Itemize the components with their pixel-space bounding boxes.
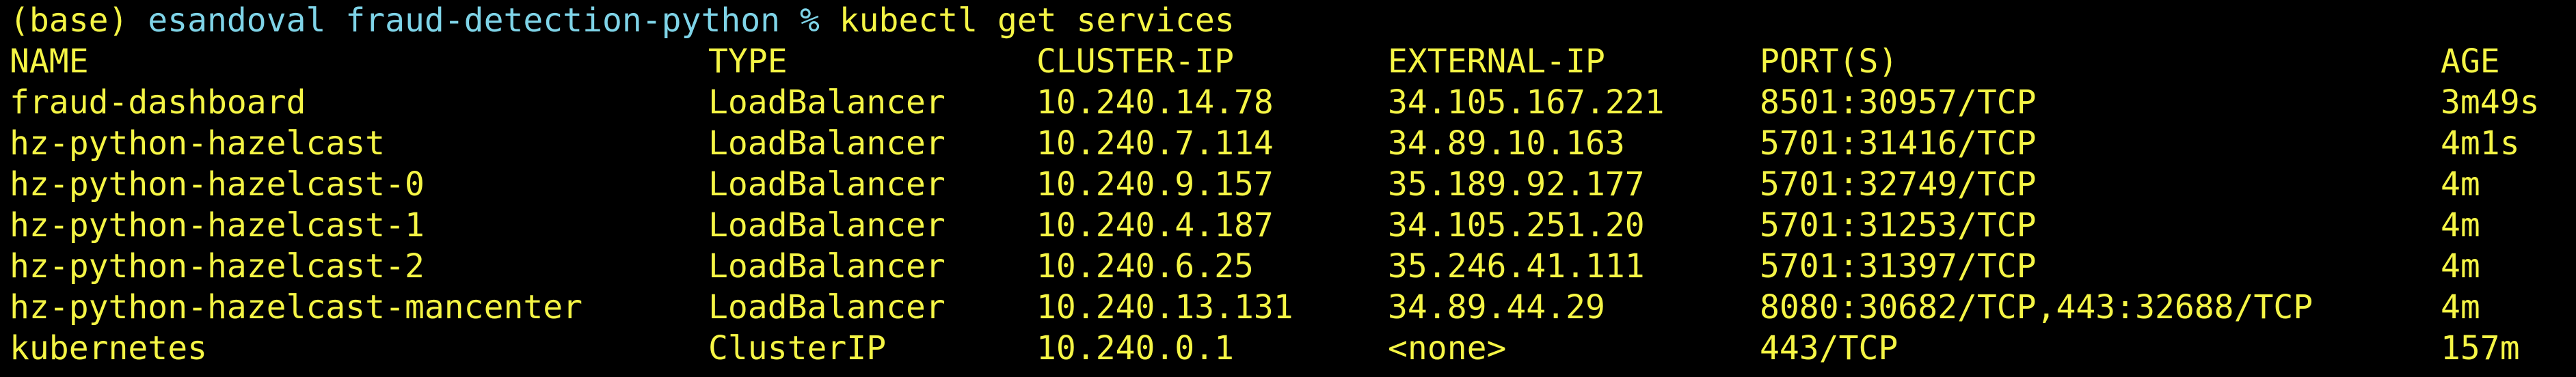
ports: 443/TCP — [1760, 329, 1899, 367]
terminal-window[interactable]: (base) esandoval fraud-detection-python … — [0, 0, 2576, 377]
header-age: AGE — [2441, 42, 2500, 81]
external-ip: 35.246.41.111 — [1388, 247, 1645, 285]
age: 4m — [2441, 288, 2480, 326]
age: 157m — [2441, 329, 2520, 367]
service-name: hz-python-hazelcast-1 — [10, 206, 425, 245]
external-ip: 34.89.10.163 — [1388, 124, 1625, 163]
table-row: kubernetes ClusterIP 10.240.0.1 <none> 4… — [10, 328, 2520, 369]
cluster-ip: 10.240.6.25 — [1036, 247, 1254, 285]
ports: 5701:31416/TCP — [1760, 124, 2037, 163]
table-row: hz-python-hazelcast LoadBalancer 10.240.… — [10, 123, 2520, 164]
external-ip: 35.189.92.177 — [1388, 165, 1645, 204]
age: 4m — [2441, 165, 2480, 204]
ports: 8501:30957/TCP — [1760, 83, 2037, 122]
external-ip: 34.89.44.29 — [1388, 288, 1605, 326]
service-name: hz-python-hazelcast-2 — [10, 247, 425, 285]
age: 4m — [2441, 247, 2480, 285]
age: 3m49s — [2441, 83, 2540, 122]
service-type: ClusterIP — [708, 329, 887, 367]
ports: 5701:32749/TCP — [1760, 165, 2037, 204]
table-row: hz-python-hazelcast-2 LoadBalancer 10.24… — [10, 246, 2480, 287]
table-row: fraud-dashboard LoadBalancer 10.240.14.7… — [10, 82, 2540, 123]
table-row: hz-python-hazelcast-1 LoadBalancer 10.24… — [10, 205, 2480, 246]
cluster-ip: 10.240.14.78 — [1036, 83, 1274, 122]
header-type: TYPE — [708, 42, 788, 81]
service-type: LoadBalancer — [708, 206, 945, 245]
ports: 5701:31253/TCP — [1760, 206, 2037, 245]
prompt-line: (base) esandoval fraud-detection-python … — [10, 0, 1235, 41]
service-name: hz-python-hazelcast — [10, 124, 386, 163]
table-row: hz-python-hazelcast-0 LoadBalancer 10.24… — [10, 164, 2480, 205]
header-external-ip: EXTERNAL-IP — [1388, 42, 1605, 81]
service-name: hz-python-hazelcast-0 — [10, 165, 425, 204]
service-name: hz-python-hazelcast-mancenter — [10, 288, 583, 326]
age: 4m — [2441, 206, 2480, 245]
table-header: NAME TYPE CLUSTER-IP EXTERNAL-IP PORT(S)… — [10, 41, 2500, 82]
service-name: fraud-dashboard — [10, 83, 306, 122]
service-type: LoadBalancer — [708, 247, 945, 285]
header-name: NAME — [10, 42, 89, 81]
cluster-ip: 10.240.4.187 — [1036, 206, 1274, 245]
cluster-ip: 10.240.9.157 — [1036, 165, 1274, 204]
conda-env-label: (base) — [10, 1, 129, 40]
header-ports: PORT(S) — [1760, 42, 1899, 81]
header-cluster-ip: CLUSTER-IP — [1036, 42, 1234, 81]
external-ip: <none> — [1388, 329, 1507, 367]
age: 4m1s — [2441, 124, 2520, 163]
command-text: kubectl get services — [839, 1, 1235, 40]
table-row: hz-python-hazelcast-mancenter LoadBalanc… — [10, 287, 2480, 328]
service-name: kubernetes — [10, 329, 207, 367]
ports: 8080:30682/TCP,443:32688/TCP — [1760, 288, 2313, 326]
service-type: LoadBalancer — [708, 288, 945, 326]
cluster-ip: 10.240.7.114 — [1036, 124, 1274, 163]
service-type: LoadBalancer — [708, 83, 945, 122]
external-ip: 34.105.167.221 — [1388, 83, 1665, 122]
service-type: LoadBalancer — [708, 124, 945, 163]
prompt-user-dir: esandoval fraud-detection-python % — [148, 1, 820, 40]
service-type: LoadBalancer — [708, 165, 945, 204]
ports: 5701:31397/TCP — [1760, 247, 2037, 285]
cluster-ip: 10.240.0.1 — [1036, 329, 1234, 367]
external-ip: 34.105.251.20 — [1388, 206, 1645, 245]
cluster-ip: 10.240.13.131 — [1036, 288, 1293, 326]
